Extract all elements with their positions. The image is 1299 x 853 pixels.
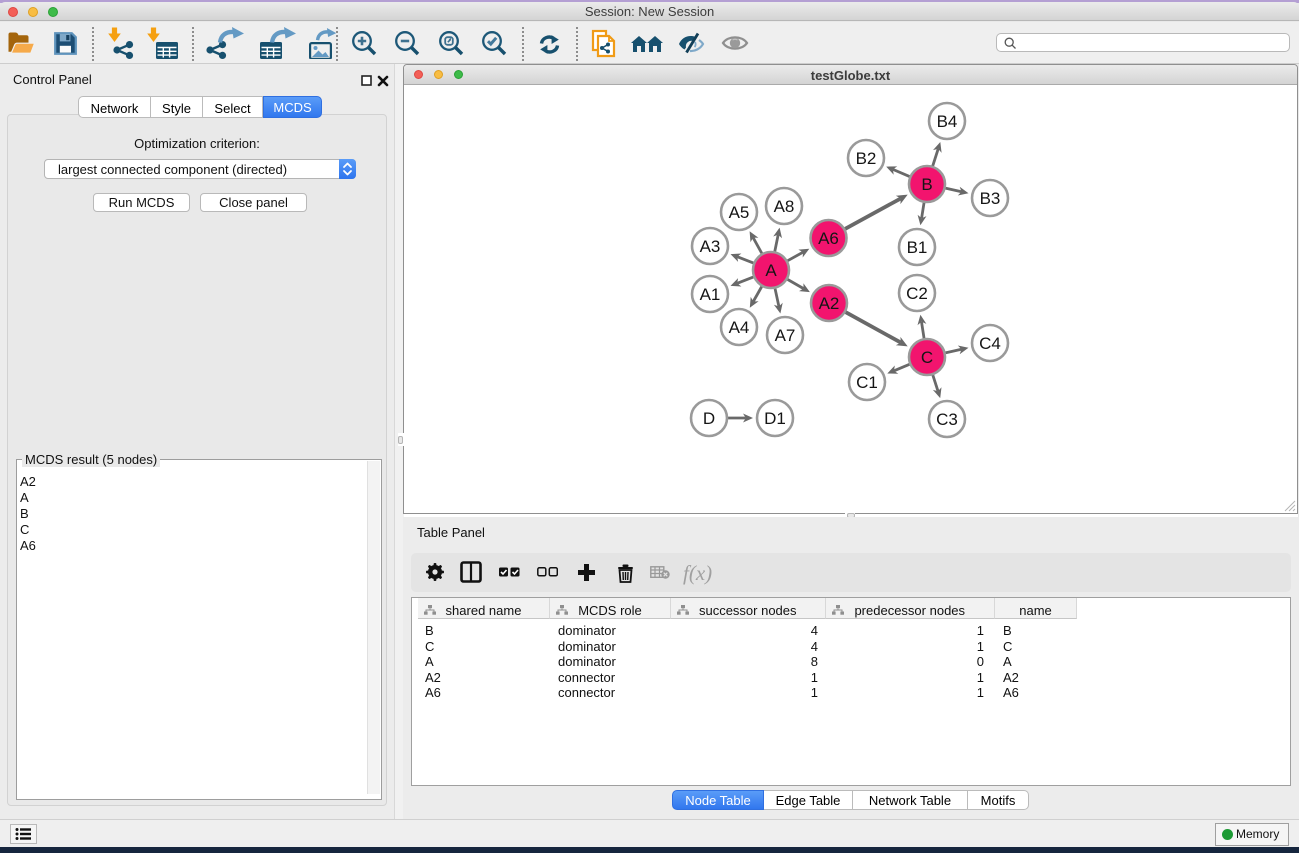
svg-text:D: D (703, 409, 715, 428)
svg-text:A7: A7 (775, 326, 796, 345)
svg-text:B4: B4 (937, 112, 958, 131)
svg-text:C: C (921, 348, 933, 367)
svg-text:B1: B1 (907, 238, 928, 257)
svg-text:B2: B2 (856, 149, 877, 168)
svg-text:C1: C1 (856, 373, 878, 392)
svg-text:A3: A3 (700, 237, 721, 256)
svg-text:C2: C2 (906, 284, 928, 303)
svg-text:A8: A8 (774, 197, 795, 216)
svg-text:A2: A2 (819, 294, 840, 313)
svg-text:B: B (921, 175, 932, 194)
svg-text:A6: A6 (818, 229, 839, 248)
svg-text:A4: A4 (729, 318, 750, 337)
svg-text:D1: D1 (764, 409, 786, 428)
svg-text:A5: A5 (729, 203, 750, 222)
svg-text:A1: A1 (700, 285, 721, 304)
svg-text:C4: C4 (979, 334, 1001, 353)
svg-text:B3: B3 (980, 189, 1001, 208)
svg-text:C3: C3 (936, 410, 958, 429)
svg-text:A: A (765, 261, 777, 280)
